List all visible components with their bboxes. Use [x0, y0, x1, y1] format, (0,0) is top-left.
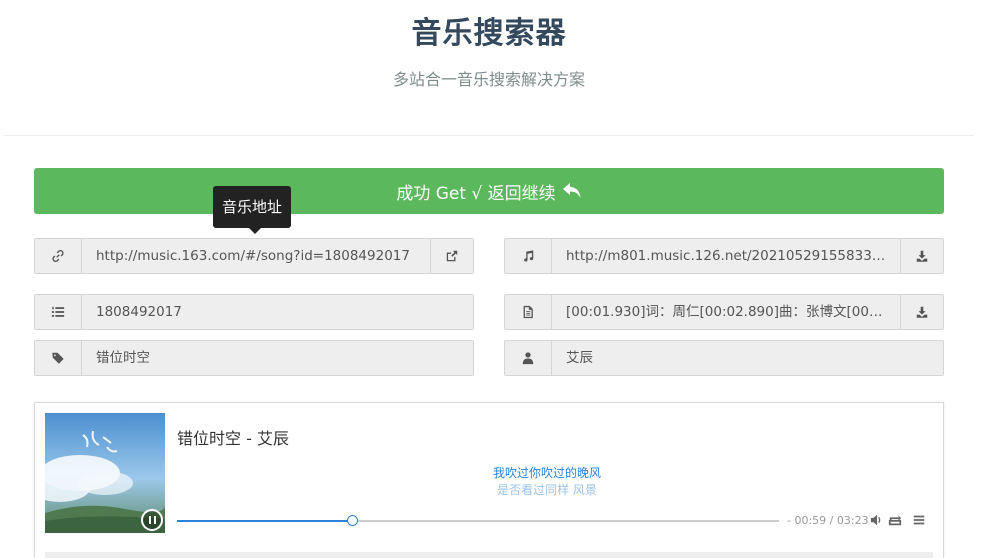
download-music-button[interactable]	[900, 239, 943, 273]
playback-time: - 00:59 / 03:23	[787, 514, 869, 527]
song-link-field: http://music.163.com/#/song?id=180849201…	[34, 238, 474, 274]
loop-button[interactable]	[888, 513, 902, 527]
loop-icon	[888, 515, 902, 526]
artist-field: 艾辰	[504, 340, 944, 376]
song-id-input[interactable]: 1808492017	[82, 295, 473, 329]
success-return-label: 成功 Get √ 返回继续	[396, 183, 556, 204]
page-subtitle: 多站合一音乐搜索解决方案	[392, 70, 585, 89]
download-icon	[916, 250, 928, 262]
download-lyrics-button[interactable]	[900, 295, 943, 329]
playlist-panel	[45, 552, 933, 558]
page-header: 音乐搜索器 多站合一音乐搜索解决方案	[0, 0, 1005, 136]
link-icon	[35, 239, 82, 273]
artist-input[interactable]: 艾辰	[552, 341, 943, 375]
menu-icon	[913, 515, 925, 525]
external-link-icon	[446, 250, 458, 262]
music-url-field: http://m801.music.126.net/20210529155833…	[504, 238, 944, 274]
lyrics-input[interactable]: [00:01.930]词：周仁[00:02.890]曲：张博文[00:03.9.…	[552, 295, 900, 329]
lyric-current-line: 我吹过你吹过的晚风	[492, 466, 601, 480]
music-address-tooltip: 音乐地址	[213, 186, 292, 234]
song-name-input[interactable]: 错位时空	[82, 341, 473, 375]
track-title: 错位时空 - 艾辰	[177, 429, 289, 448]
tag-icon	[35, 341, 82, 375]
download-icon	[916, 306, 928, 318]
progress-bar[interactable]	[177, 515, 779, 526]
album-cover	[45, 413, 165, 533]
music-icon	[505, 239, 552, 273]
progress-thumb[interactable]	[346, 515, 358, 526]
page-title: 音乐搜索器	[411, 16, 567, 51]
volume-icon	[870, 514, 881, 526]
pause-button[interactable]	[141, 509, 163, 531]
user-icon	[505, 341, 552, 375]
song-link-input[interactable]: http://music.163.com/#/song?id=180849201…	[82, 239, 430, 273]
list-ol-icon	[35, 295, 82, 329]
music-player: 错位时空 - 艾辰 我吹过你吹过的晚风 是否看过同样 风景 - 00:59 / …	[34, 402, 944, 558]
header-divider	[4, 135, 974, 136]
song-id-field: 1808492017	[34, 294, 474, 330]
success-return-button[interactable]: 成功 Get √ 返回继续	[34, 168, 944, 214]
file-icon	[505, 295, 552, 329]
progress-fill	[177, 520, 352, 522]
reply-icon	[562, 183, 581, 198]
open-link-button[interactable]	[430, 239, 473, 273]
song-name-field: 错位时空	[34, 340, 474, 376]
music-url-input[interactable]: http://m801.music.126.net/20210529155833…	[552, 239, 900, 273]
playlist-button[interactable]	[912, 513, 926, 527]
lyrics-field: [00:01.930]词：周仁[00:02.890]曲：张博文[00:03.9.…	[504, 294, 944, 330]
lyric-next-line: 是否看过同样 风景	[497, 483, 597, 497]
volume-button[interactable]	[870, 513, 884, 527]
